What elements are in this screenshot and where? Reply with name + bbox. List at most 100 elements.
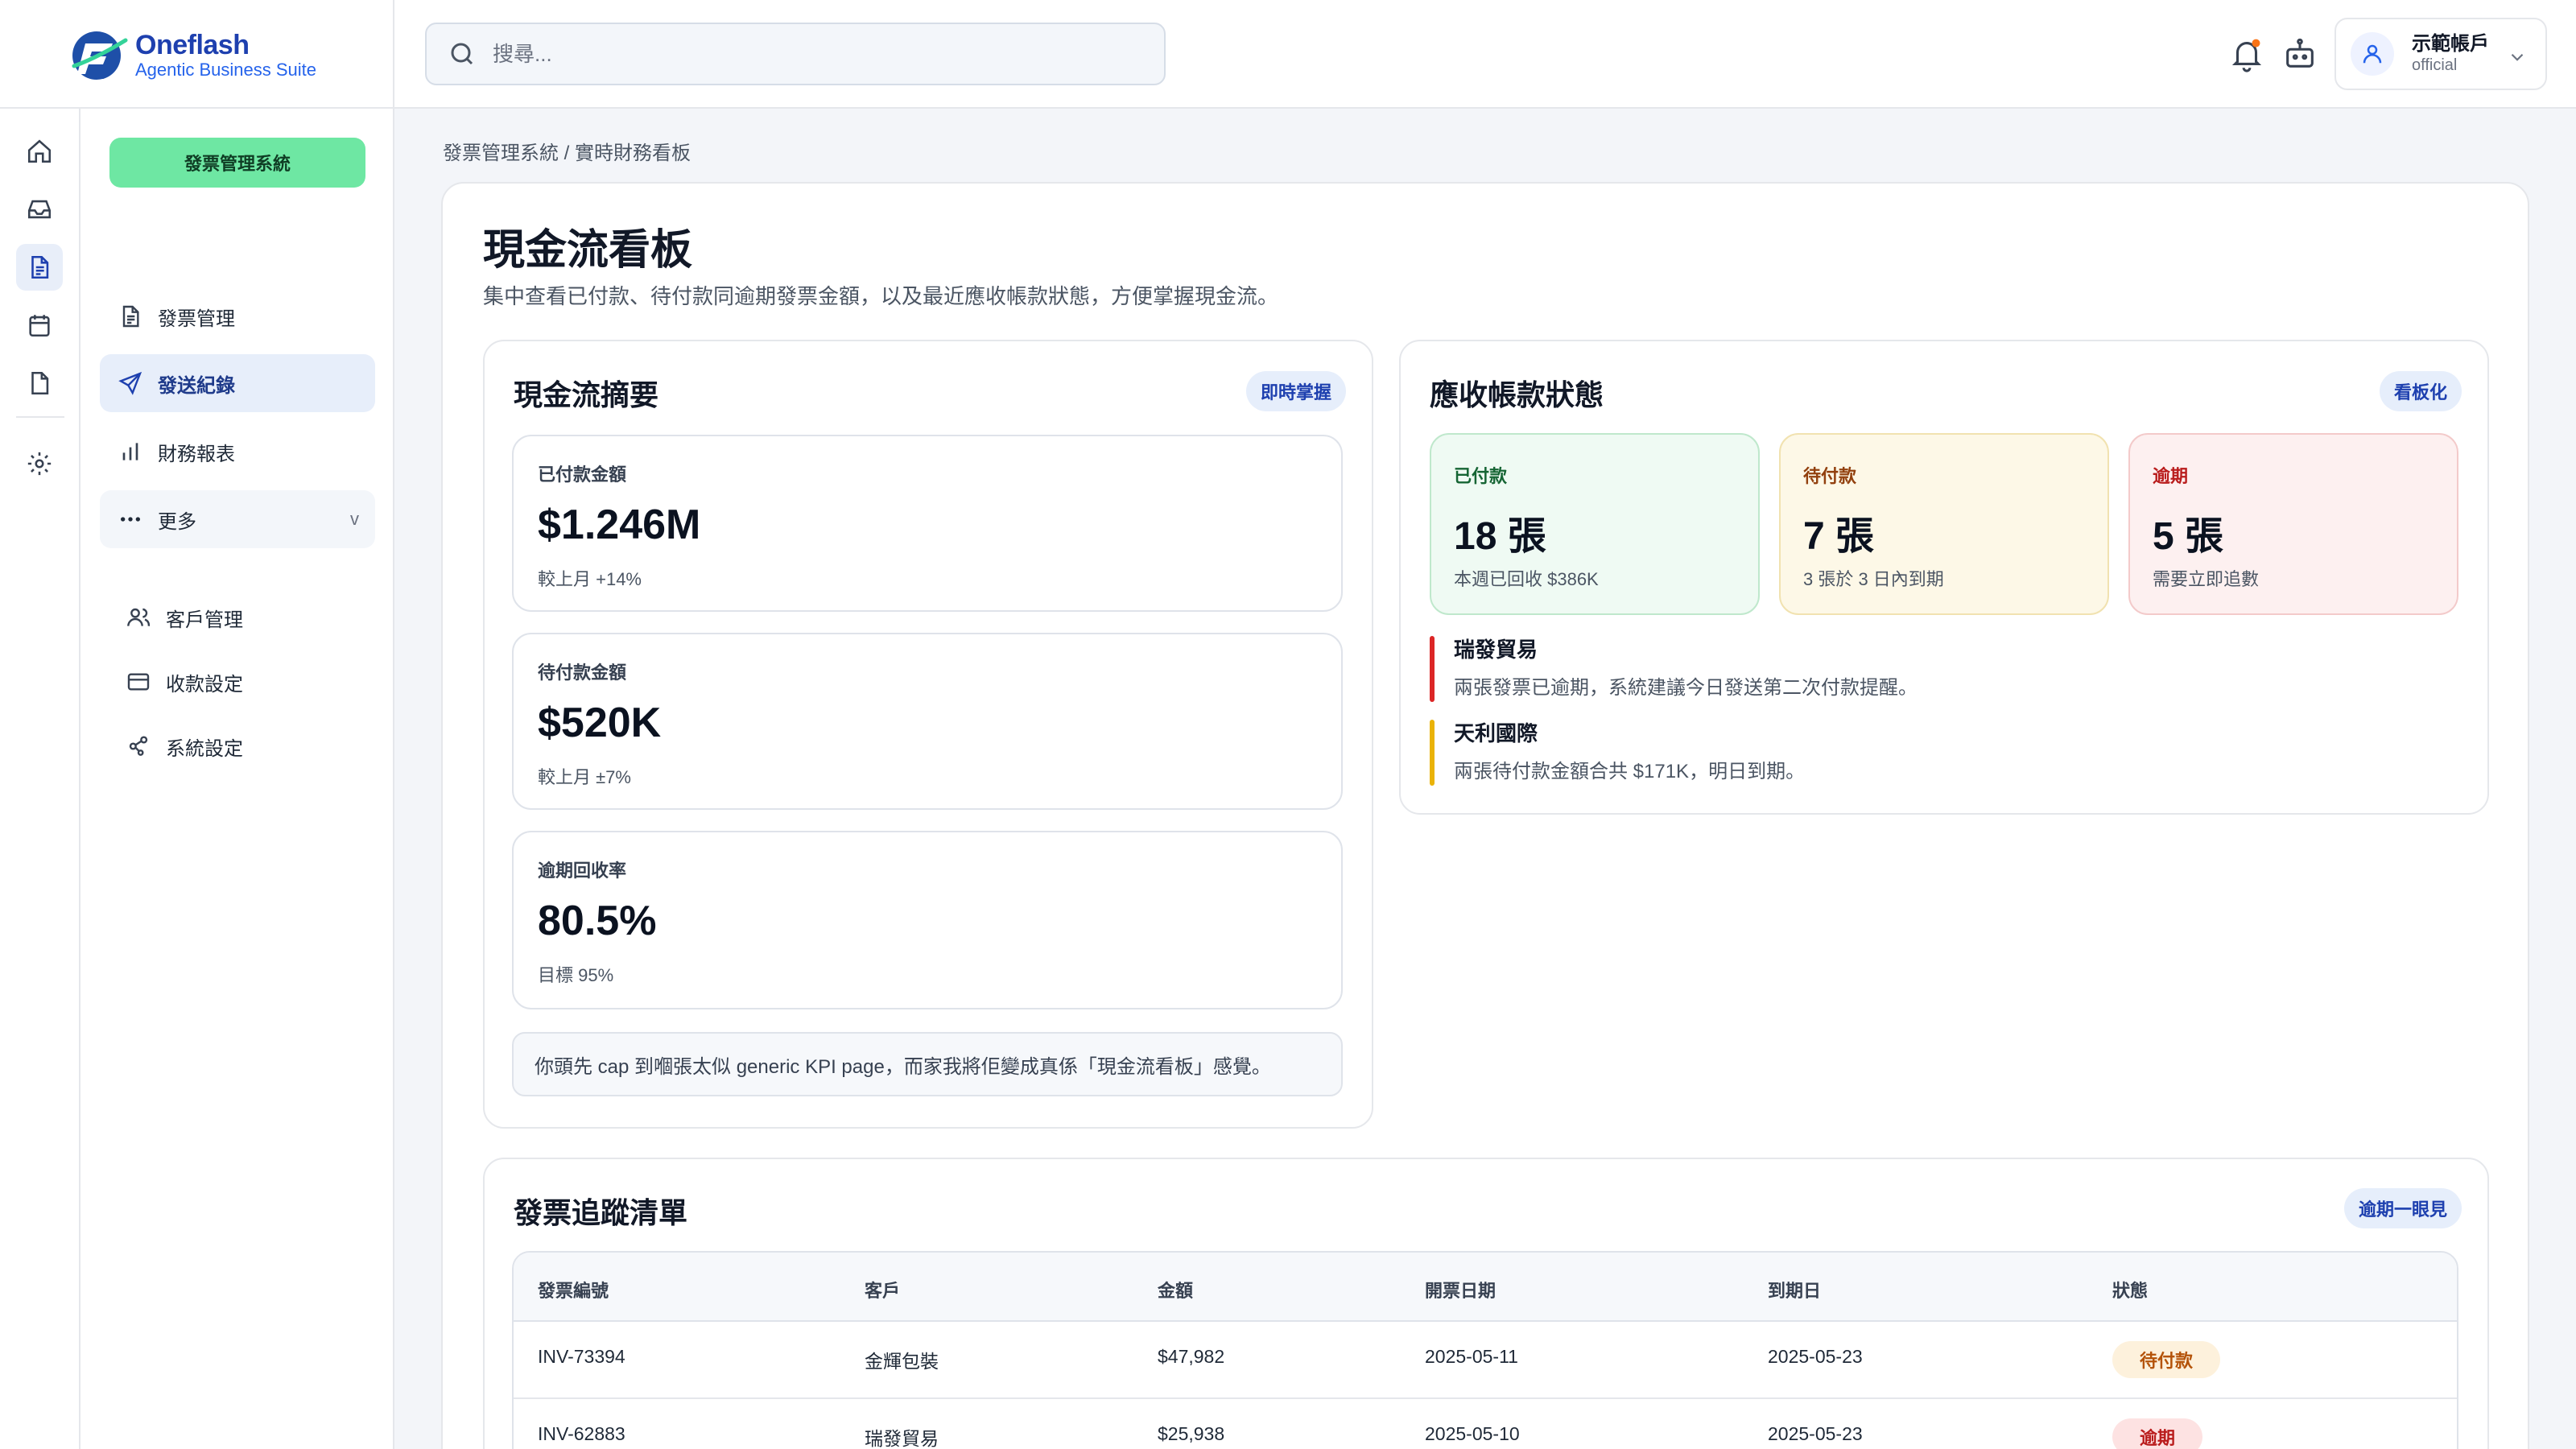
stat-value: 18 張	[1454, 515, 1546, 558]
sidebar-item-label: 更多	[158, 510, 196, 533]
stat-label: 待付款	[1803, 466, 1857, 486]
send-icon	[118, 371, 142, 395]
invoice-amount: $25,938	[1158, 1423, 1225, 1444]
rail-calendar[interactable]	[16, 302, 63, 349]
alert-item[interactable]: 瑞發貿易 兩張發票已逾期，系統建議今日發送第二次付款提醒。	[1430, 636, 1918, 702]
rail-settings[interactable]	[16, 440, 63, 487]
account-role: official	[2412, 56, 2458, 74]
stat-label: 已付款	[1454, 466, 1508, 486]
stat-card-paid[interactable]: 已付款 18 張 本週已回收 $386K	[1430, 433, 1760, 615]
invoice-id: INV-62883	[538, 1423, 625, 1444]
account-name: 示範帳戶	[2412, 33, 2489, 55]
rail-invoices[interactable]	[16, 244, 63, 291]
chevron-down-icon	[2511, 53, 2524, 61]
brand-tagline: Agentic Business Suite	[135, 60, 317, 80]
stat-card-pending[interactable]: 待付款 7 張 3 張於 3 日內到期	[1779, 433, 2109, 615]
icon-rail	[0, 109, 80, 1449]
system-switch-button[interactable]: 發票管理系統	[109, 138, 365, 188]
overdue-glance-pill: 逾期一眼見	[2344, 1188, 2462, 1228]
avatar	[2351, 32, 2394, 76]
alert-text: 兩張待付款金額合共 $171K，明日到期。	[1454, 761, 1806, 782]
document-icon	[122, 305, 139, 328]
alert-item[interactable]: 天利國際 兩張待付款金額合共 $171K，明日到期。	[1430, 720, 1806, 786]
invoice-due-date: 2025-05-23	[1768, 1423, 1863, 1444]
rail-files[interactable]	[16, 360, 63, 407]
kpi-card-pending: 待付款金額 $520K 較上月 ±7%	[512, 633, 1343, 810]
alert-text: 兩張發票已逾期，系統建議今日發送第二次付款提醒。	[1454, 677, 1918, 699]
rail-inbox[interactable]	[16, 186, 63, 233]
stat-sub: 3 張於 3 日內到期	[1803, 569, 1944, 589]
sidebar-item-reports[interactable]: 財務報表	[100, 423, 375, 481]
document-icon	[31, 255, 49, 279]
search-bar[interactable]	[425, 23, 1166, 85]
breadcrumb: 發票管理系統 / 實時財務看板	[443, 142, 691, 164]
invoice-table: 發票編號 客戶 金額 開票日期 到期日 狀態 INV-73394 金輝包裝 $4…	[512, 1251, 2458, 1449]
sidebar-item-label: 財務報表	[158, 443, 235, 465]
kpi-value: $1.246M	[538, 502, 701, 548]
kpi-value: $520K	[538, 700, 662, 746]
settings-share-icon	[129, 736, 148, 756]
column-header: 客戶	[865, 1281, 901, 1301]
stat-sub: 本週已回收 $386K	[1454, 569, 1599, 589]
rail-divider	[16, 416, 64, 418]
column-header: 發票編號	[538, 1281, 609, 1301]
brand-logo[interactable]: Oneflash Agentic Business Suite	[69, 29, 316, 82]
column-header: 金額	[1158, 1281, 1194, 1301]
stat-sub: 需要立即追數	[2153, 569, 2260, 589]
realtime-pill: 即時掌握	[1246, 371, 1347, 411]
user-icon	[2363, 44, 2382, 64]
receivables-title: 應收帳款狀態	[1430, 378, 1604, 411]
alert-indicator	[1430, 720, 1435, 786]
stat-value: 5 張	[2153, 515, 2224, 558]
kpi-label: 待付款金額	[538, 663, 627, 683]
inbox-icon	[27, 200, 52, 219]
kpi-label: 逾期回收率	[538, 861, 627, 881]
cashflow-summary-title: 現金流摘要	[514, 378, 659, 411]
invoice-tracking-title: 發票追蹤清單	[514, 1196, 688, 1229]
table-header: 發票編號 客戶 金額 開票日期 到期日 狀態	[514, 1253, 2457, 1322]
kpi-card-overdue-recovery: 逾期回收率 80.5% 目標 95%	[512, 831, 1343, 1009]
kpi-sub: 目標 95%	[538, 965, 614, 985]
rail-home[interactable]	[16, 128, 63, 175]
notification-bell-icon[interactable]	[2228, 35, 2265, 72]
column-header: 到期日	[1768, 1281, 1822, 1301]
more-icon	[121, 517, 140, 522]
home-icon	[27, 139, 52, 163]
sidebar-item-invoices[interactable]: 發票管理	[100, 287, 375, 345]
invoice-due-date: 2025-05-23	[1768, 1346, 1863, 1367]
header-divider	[393, 0, 394, 109]
kpi-sub: 較上月 ±7%	[538, 767, 631, 787]
invoice-client: 瑞發貿易	[865, 1428, 939, 1449]
search-input[interactable]	[493, 41, 1121, 67]
invoice-amount: $47,982	[1158, 1346, 1225, 1367]
sidebar-subitem-payment-settings[interactable]: 收款設定	[126, 658, 243, 706]
status-badge: 逾期	[2112, 1418, 2203, 1449]
page-description: 集中查看已付款、待付款同逾期發票金額，以及最近應收帳款狀態，方便掌握現金流。	[483, 284, 1279, 308]
invoice-client: 金輝包裝	[865, 1351, 939, 1372]
sidebar-item-label: 發送紀錄	[158, 374, 235, 397]
invoice-id: INV-73394	[538, 1346, 625, 1367]
card-icon	[127, 673, 150, 691]
stat-card-overdue[interactable]: 逾期 5 張 需要立即追數	[2128, 433, 2458, 615]
sidebar-subitem-clients[interactable]: 客戶管理	[126, 593, 243, 642]
kpi-card-paid: 已付款金額 $1.246M 較上月 +14%	[512, 435, 1343, 612]
users-icon	[127, 608, 151, 626]
sidebar: 發票管理系統 發票管理 發送紀錄 財務報表 更多 v 客戶管理 收款設定 系統設…	[80, 109, 394, 1449]
search-icon	[451, 43, 473, 65]
cashflow-note: 你頭先 cap 到嗰張太似 generic KPI page，而家我將佢變成真係…	[512, 1032, 1343, 1096]
table-row[interactable]: INV-73394 金輝包裝 $47,982 2025-05-11 2025-0…	[514, 1322, 2457, 1399]
kpi-value: 80.5%	[538, 898, 657, 944]
sidebar-subitem-system-settings[interactable]: 系統設定	[126, 722, 243, 770]
table-row[interactable]: INV-62883 瑞發貿易 $25,938 2025-05-10 2025-0…	[514, 1399, 2457, 1449]
invoice-issued-date: 2025-05-10	[1425, 1423, 1520, 1444]
kpi-sub: 較上月 +14%	[538, 569, 642, 589]
oneflash-logo-icon	[69, 29, 129, 82]
robot-assistant-icon[interactable]	[2281, 35, 2318, 72]
sidebar-item-send-history[interactable]: 發送紀錄	[100, 354, 375, 412]
sidebar-item-label: 發票管理	[158, 308, 235, 330]
file-icon	[31, 371, 49, 395]
account-menu[interactable]: 示範帳戶 official	[2334, 18, 2547, 90]
sidebar-item-more[interactable]: 更多 v	[100, 490, 375, 548]
brand-name: Oneflash	[135, 30, 250, 60]
invoice-issued-date: 2025-05-11	[1425, 1346, 1518, 1367]
